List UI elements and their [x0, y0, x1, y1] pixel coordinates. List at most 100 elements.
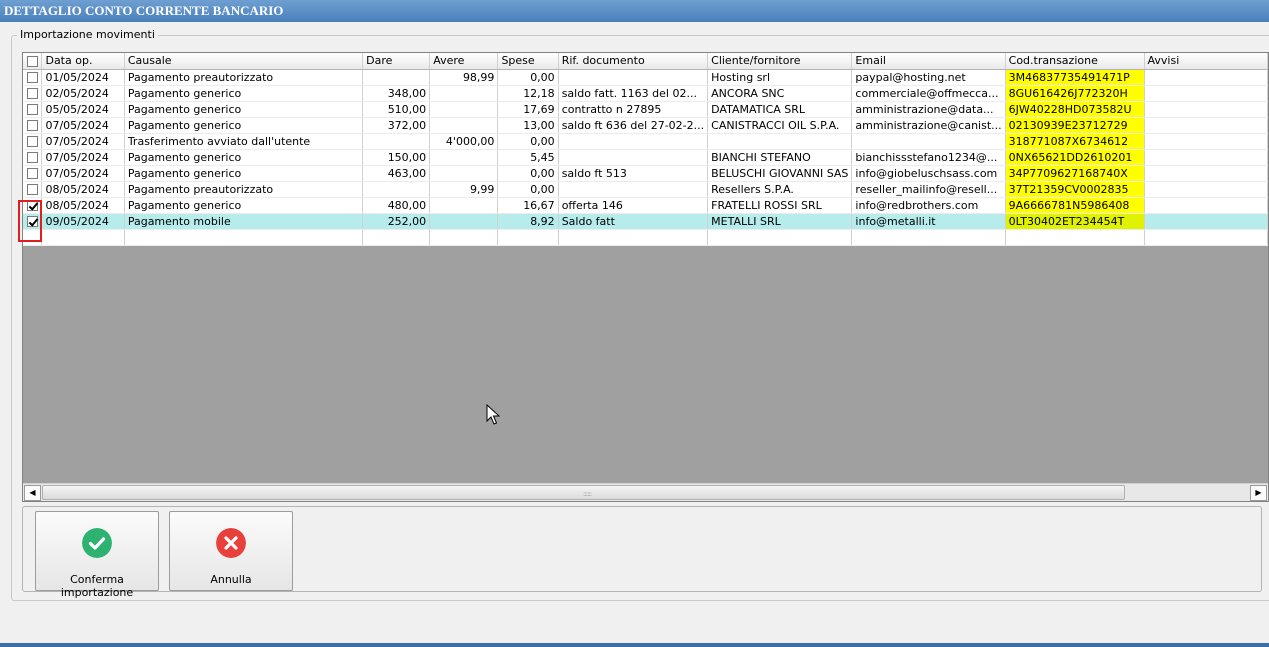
cell-rif-documento [558, 181, 709, 198]
cell-date: 08/05/2024 [41, 197, 125, 214]
cell-causale: Pagamento generico [124, 197, 364, 214]
cell-date: 07/05/2024 [41, 165, 125, 182]
cell-spese: 8,92 [497, 213, 559, 230]
select-all-checkbox[interactable] [23, 53, 43, 70]
checkbox-icon [26, 184, 38, 195]
cell-date: 05/05/2024 [41, 101, 125, 118]
cell-dare: 150,00 [362, 149, 431, 166]
cell-avvisi [1144, 197, 1268, 214]
table-row[interactable]: 07/05/2024 Pagamento generico 463,00 0,00 sa… [23, 165, 1268, 182]
cell-avere: 98,99 [429, 69, 499, 86]
cancel-button[interactable]: Annulla [169, 511, 293, 591]
empty-cell [1144, 229, 1268, 246]
table-row[interactable]: 02/05/2024 Pagamento generico 348,00 12,18 s… [23, 85, 1268, 102]
cell-avere [429, 165, 499, 182]
table-row[interactable]: 01/05/2024 Pagamento preautorizzato 98,99 0… [23, 69, 1268, 86]
column-header[interactable]: Avere [429, 53, 499, 70]
cell-avvisi [1144, 117, 1268, 134]
row-checkbox[interactable] [23, 85, 43, 102]
cell-causale: Pagamento preautorizzato [124, 69, 364, 86]
cell-date: 01/05/2024 [41, 69, 125, 86]
checkbox-icon [26, 104, 38, 115]
cell-causale: Pagamento preautorizzato [124, 181, 364, 198]
row-checkbox[interactable] [23, 101, 43, 118]
column-header[interactable]: Causale [124, 53, 364, 70]
cell-avvisi [1144, 149, 1268, 166]
cell-cliente-fornitore: ANCORA SNC [707, 85, 853, 102]
cell-spese: 16,67 [497, 197, 559, 214]
check-icon [82, 528, 112, 558]
cell-causale: Pagamento generico [124, 149, 364, 166]
cell-avvisi [1144, 213, 1268, 230]
cell-dare: 480,00 [362, 197, 431, 214]
cell-email: info@metalli.it [851, 213, 1006, 230]
table-row[interactable]: 08/05/2024 Pagamento preautorizzato 9,99 0,… [23, 181, 1268, 198]
column-header[interactable]: Cod.transazione [1005, 53, 1145, 70]
row-checkbox[interactable] [23, 69, 43, 86]
cell-cliente-fornitore: METALLI SRL [707, 213, 853, 230]
cell-rif-documento [558, 69, 709, 86]
table-row[interactable]: 05/05/2024 Pagamento generico 510,00 17,69 c… [23, 101, 1268, 118]
empty-cell [558, 229, 709, 246]
horizontal-scrollbar[interactable]: ◀ :::::: ▶ [23, 483, 1268, 501]
cell-rif-documento [558, 133, 709, 150]
cell-avere [429, 101, 499, 118]
confirm-import-button[interactable]: Conferma importazione [35, 511, 159, 599]
cell-cod-transazione: 3M46837735491471P [1005, 69, 1145, 86]
cell-cod-transazione: 318771087X6734612 [1005, 133, 1145, 150]
window-bottom-border [0, 643, 1269, 647]
cell-cliente-fornitore: BELUSCHI GIOVANNI SAS [707, 165, 853, 182]
table-row[interactable]: 09/05/2024 Pagamento mobile 252,00 8,92 Sald… [23, 213, 1268, 230]
empty-cell [362, 229, 431, 246]
column-header[interactable]: Rif. documento [558, 53, 709, 70]
column-header[interactable]: Email [851, 53, 1006, 70]
column-header[interactable]: Avvisi [1144, 53, 1268, 70]
movements-grid[interactable]: Data op. Causale Dare Avere Spese Rif. d… [22, 52, 1269, 502]
row-checkbox[interactable] [23, 165, 43, 182]
scroll-right-button[interactable]: ▶ [1250, 485, 1267, 501]
empty-cell [429, 229, 499, 246]
grip-icon: :::::: [583, 490, 592, 498]
cell-cod-transazione: 9A6666781N5986408 [1005, 197, 1145, 214]
cell-dare: 372,00 [362, 117, 431, 134]
table-row[interactable]: 07/05/2024 Pagamento generico 150,00 5,45 BI… [23, 149, 1268, 166]
empty-cell [707, 229, 853, 246]
row-checkbox[interactable] [23, 117, 43, 134]
column-header[interactable]: Spese [497, 53, 559, 70]
cell-email: amministrazione@data... [851, 101, 1006, 118]
cell-date: 09/05/2024 [41, 213, 125, 230]
row-checkbox[interactable] [23, 149, 43, 166]
cell-date: 07/05/2024 [41, 117, 125, 134]
cell-spese: 17,69 [497, 101, 559, 118]
row-checkbox[interactable] [23, 133, 43, 150]
cell-avere [429, 85, 499, 102]
checkbox-icon [26, 152, 38, 163]
cell-cod-transazione: 0NX65621DD2610201 [1005, 149, 1145, 166]
close-icon [216, 528, 246, 558]
column-header[interactable]: Cliente/fornitore [707, 53, 853, 70]
checked-rows-highlight [18, 200, 42, 242]
table-row[interactable]: 08/05/2024 Pagamento generico 480,00 16,67 o… [23, 197, 1268, 214]
row-checkbox[interactable] [23, 181, 43, 198]
empty-cell [41, 229, 125, 246]
cell-spese: 0,00 [497, 165, 559, 182]
scroll-left-button[interactable]: ◀ [24, 485, 41, 501]
group-legend: Importazione movimenti [17, 28, 158, 41]
cell-date: 02/05/2024 [41, 85, 125, 102]
column-header[interactable]: Dare [362, 53, 431, 70]
cell-date: 07/05/2024 [41, 133, 125, 150]
empty-cell [497, 229, 559, 246]
cell-avvisi [1144, 69, 1268, 86]
cell-causale: Pagamento generico [124, 101, 364, 118]
table-row[interactable]: 07/05/2024 Pagamento generico 372,00 13,00 s… [23, 117, 1268, 134]
cell-cod-transazione: 6JW40228HD073582U [1005, 101, 1145, 118]
cell-dare: 463,00 [362, 165, 431, 182]
mouse-cursor-icon [486, 404, 500, 425]
cell-causale: Pagamento generico [124, 85, 364, 102]
cell-rif-documento: saldo fatt. 1163 del 02... [558, 85, 709, 102]
table-row[interactable]: 07/05/2024 Trasferimento avviato dall'ute… [23, 133, 1268, 150]
scroll-thumb[interactable]: :::::: [42, 485, 1125, 500]
checkbox-icon [26, 136, 38, 147]
column-header[interactable]: Data op. [41, 53, 125, 70]
cell-rif-documento: saldo ft 513 [558, 165, 709, 182]
